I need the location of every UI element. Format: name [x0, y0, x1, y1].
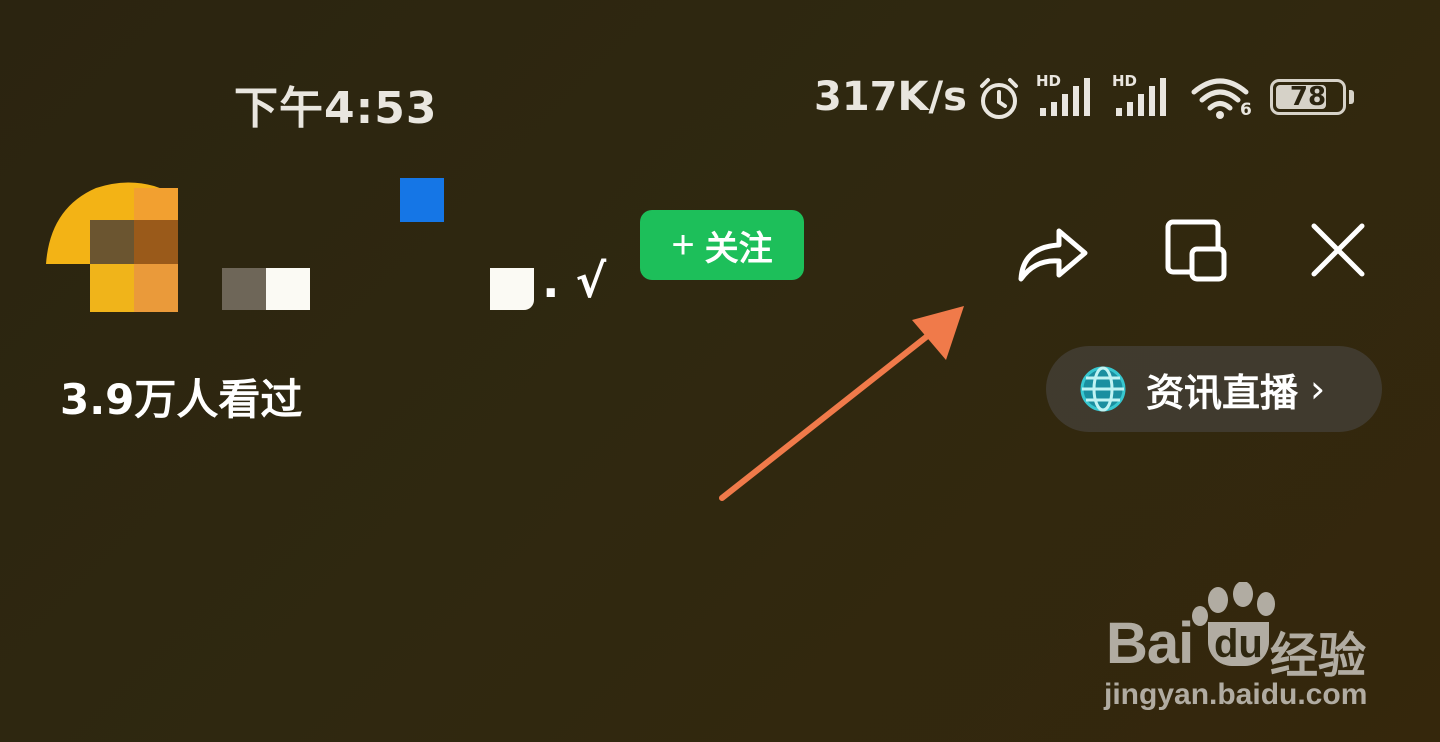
- minimize-window-button[interactable]: [1156, 210, 1236, 290]
- name-mosaic-block: [400, 178, 444, 222]
- follow-label: 关注: [704, 229, 773, 268]
- name-suffix: . √: [542, 254, 607, 308]
- follow-button[interactable]: + 关注: [640, 210, 804, 280]
- wifi-6-icon: 6: [1190, 74, 1252, 122]
- news-live-label: 资讯直播: [1146, 370, 1299, 415]
- battery-level: 78: [1289, 82, 1327, 112]
- watermark-suffix: 经验: [1270, 628, 1367, 684]
- minimize-window-icon: [1165, 219, 1227, 282]
- globe-icon: [1080, 366, 1126, 412]
- name-mosaic-block: [490, 268, 534, 310]
- avatar[interactable]: [46, 178, 180, 312]
- battery-icon: 78: [1270, 79, 1354, 117]
- signal-hd-icon-2: HD: [1112, 74, 1174, 118]
- name-mosaic-block: [266, 268, 310, 310]
- share-button[interactable]: [1012, 210, 1092, 290]
- network-speed: 317K/s: [814, 74, 967, 120]
- close-button[interactable]: [1298, 210, 1378, 290]
- watermark-url: jingyan.baidu.com: [1104, 678, 1368, 711]
- name-mosaic-block: [222, 268, 266, 310]
- status-time: 下午4:53: [234, 83, 438, 134]
- annotation-arrow: [700, 290, 980, 514]
- view-count: 3.9万人看过: [60, 375, 303, 424]
- close-icon: [1311, 223, 1365, 277]
- share-icon: [1018, 228, 1088, 282]
- chevron-right-icon: ›: [1310, 367, 1326, 411]
- signal-hd-icon: HD: [1036, 74, 1098, 118]
- watermark-du: du: [1208, 622, 1269, 666]
- baidu-jingyan-watermark: Bai du 经验 jingyan.baidu.com: [1100, 580, 1380, 720]
- alarm-icon: [974, 74, 1024, 124]
- watermark-brand: Bai: [1106, 611, 1194, 676]
- plus-icon: +: [671, 223, 695, 267]
- news-live-button[interactable]: 资讯直播 ›: [1046, 346, 1382, 432]
- wifi-6-label: 6: [1240, 100, 1252, 120]
